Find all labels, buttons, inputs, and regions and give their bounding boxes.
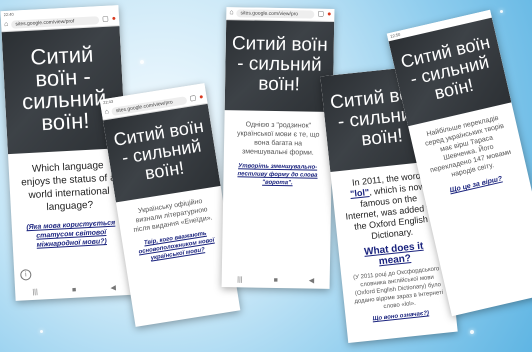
home-icon[interactable]: ⌂ [104, 108, 109, 117]
sparkle [140, 60, 144, 64]
status-time: 22:40 [3, 11, 14, 18]
highlight-word: "lol" [349, 187, 370, 199]
browser-badge-icon[interactable]: ● [327, 11, 331, 19]
nav-back-icon[interactable]: ◀ [110, 284, 116, 292]
answer-link[interactable]: (Яка мова користується статусом світової… [22, 218, 121, 250]
tabs-icon[interactable]: ▢ [189, 95, 197, 104]
content: Однією з "родзинок" української мови є т… [223, 110, 332, 188]
home-icon[interactable]: ⌂ [229, 9, 233, 17]
tabs-icon[interactable]: ▢ [317, 11, 324, 19]
page-title: Ситий воїн - сильний воїн! [21, 41, 107, 136]
page-title: Ситий воїн - сильний воїн! [398, 31, 492, 104]
phone-screenshot-3: ⌂ sites.google.com/view/pro ▢ ● Ситий во… [221, 7, 335, 289]
translation-text: (У 2011 році до Оксфордського словника а… [352, 266, 444, 311]
info-icon[interactable]: i [20, 269, 32, 281]
nav-menu-icon[interactable]: ||| [237, 276, 243, 283]
home-icon[interactable]: ⌂ [4, 21, 9, 29]
sparkle [500, 10, 503, 13]
bottom-nav: ||| ■ ◀ [222, 271, 330, 289]
url-text[interactable]: sites.google.com/view/pro [236, 9, 315, 19]
page-title: Ситий воїн - сильний воїн! [112, 115, 205, 184]
bottom-nav: ||| ■ ◀ [15, 279, 134, 301]
status-time: 22:43 [102, 98, 114, 106]
tabs-icon[interactable]: ▢ [102, 16, 109, 24]
question-text: Which language enjoys the status of a wo… [20, 160, 116, 214]
nav-menu-icon[interactable]: ||| [32, 288, 38, 295]
fact-text: Однією з "родзинок" української мови є т… [236, 121, 320, 157]
nav-home-icon[interactable]: ■ [72, 286, 77, 293]
answer-link[interactable]: Утворіть зменшувально-пестливу форму до … [233, 162, 321, 188]
nav-back-icon[interactable]: ◀ [309, 277, 315, 285]
browser-badge-icon[interactable]: ● [112, 15, 117, 23]
answer-link[interactable]: Твір, кого вважають основоположником нов… [132, 228, 221, 265]
status-time: 22:50 [389, 31, 401, 39]
sparkle [470, 330, 474, 334]
browser-badge-icon[interactable]: ● [199, 93, 204, 102]
page-title: Ситий воїн - сильний воїн! [231, 33, 328, 96]
sparkle [40, 330, 43, 333]
nav-home-icon[interactable]: ■ [274, 276, 278, 283]
page-title-banner: Ситий воїн - сильний воїн! [224, 20, 335, 112]
